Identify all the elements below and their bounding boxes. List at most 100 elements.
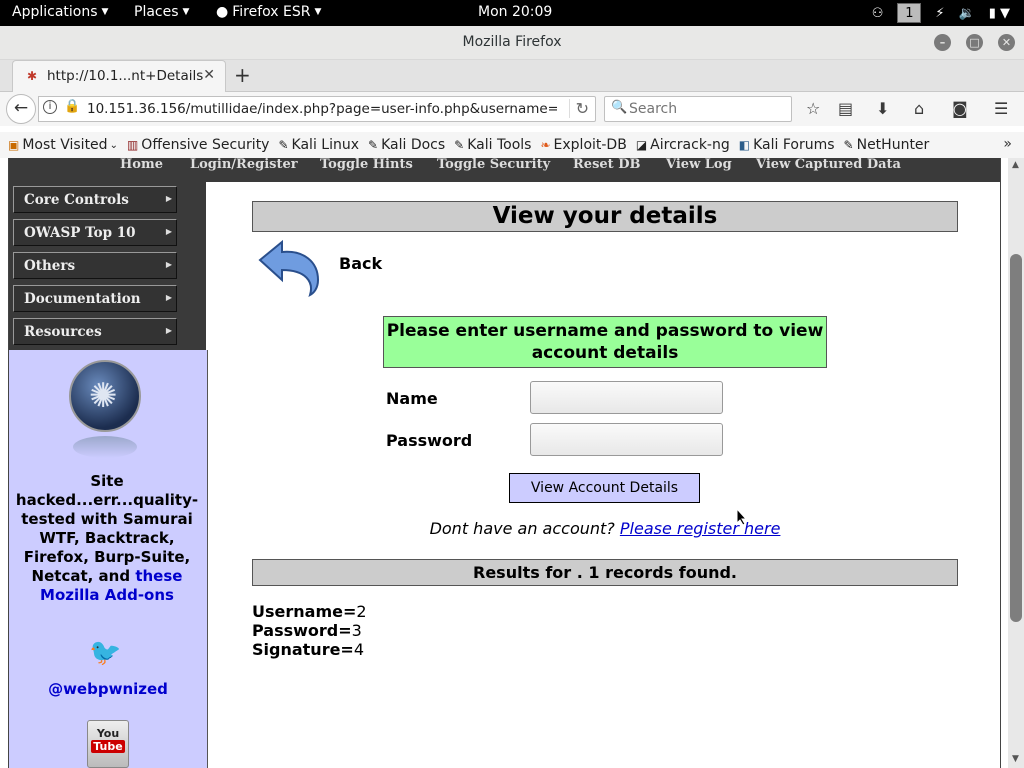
menu-resources[interactable]: Resources ▶ xyxy=(13,318,177,345)
exploitdb-icon: ❧ xyxy=(540,138,551,152)
youtube-you: You xyxy=(96,727,120,740)
page-viewport: Home Login/Register Toggle Hints Toggle … xyxy=(0,158,1024,768)
scroll-thumb[interactable] xyxy=(1010,254,1022,622)
owasp-logo-icon[interactable]: ✺ xyxy=(69,360,141,432)
window-titlebar: Mozilla Firefox – □ ✕ xyxy=(0,26,1024,60)
bookmark-label: Kali Forums xyxy=(753,137,835,153)
vertical-scrollbar[interactable]: ▲ ▼ xyxy=(1008,158,1024,768)
info-icon[interactable]: i xyxy=(43,100,57,114)
firefox-app-label: Firefox ESR xyxy=(232,4,311,20)
places-menu[interactable]: Places ▼ xyxy=(134,4,189,20)
bookmark-label: Offensive Security xyxy=(141,137,270,153)
menu-others[interactable]: Others ▶ xyxy=(13,252,177,279)
view-account-details-button[interactable]: View Account Details xyxy=(509,473,700,503)
youtube-tube: Tube xyxy=(91,740,125,753)
new-tab-icon[interactable]: + xyxy=(234,63,251,87)
kali-icon: ✎ xyxy=(843,138,854,152)
clock[interactable]: Mon 20:09 xyxy=(478,4,552,20)
offsec-icon: ▥ xyxy=(126,138,139,152)
menu-documentation[interactable]: Documentation ▶ xyxy=(13,285,177,312)
bookmark-kali-linux[interactable]: ✎ Kali Linux xyxy=(278,137,359,153)
reader-list-icon[interactable]: ▤ xyxy=(838,99,853,118)
nav-login-register[interactable]: Login/Register xyxy=(190,158,298,172)
login-prompt: Please enter username and password to vi… xyxy=(383,316,827,368)
close-window-button[interactable]: ✕ xyxy=(998,34,1015,51)
battery-icon[interactable]: ▮ ▼ xyxy=(989,6,1010,21)
back-button[interactable]: ← xyxy=(6,94,36,124)
kali-icon: ✎ xyxy=(368,138,379,152)
bookmark-exploit-db[interactable]: ❧ Exploit-DB xyxy=(540,137,626,153)
twitter-link[interactable]: @webpwnized xyxy=(9,680,207,698)
bookmark-kali-tools[interactable]: ✎ Kali Tools xyxy=(454,137,531,153)
bookmark-star-icon[interactable]: ☆ xyxy=(806,99,820,118)
record-value: 3 xyxy=(351,621,362,640)
record-key: Signature= xyxy=(252,640,354,659)
firefox-app-menu[interactable]: ● Firefox ESR ▼ xyxy=(216,4,321,20)
minimize-button[interactable]: – xyxy=(934,34,951,51)
nav-reset-db[interactable]: Reset DB xyxy=(573,158,640,172)
kali-icon: ✎ xyxy=(278,138,289,152)
nav-view-captured-data[interactable]: View Captured Data xyxy=(756,158,901,172)
page-border-right xyxy=(1000,158,1001,768)
workspace-indicator[interactable]: 1 xyxy=(897,3,922,23)
nav-view-log[interactable]: View Log xyxy=(666,158,732,172)
youtube-icon[interactable]: You Tube xyxy=(87,720,129,768)
nav-home[interactable]: Home xyxy=(120,158,163,172)
insecure-lock-icon[interactable]: 🔒 xyxy=(64,99,80,114)
more-bookmarks-icon[interactable]: » xyxy=(1003,136,1012,152)
aircrack-icon: ◪ xyxy=(635,138,648,152)
back-arrow-icon[interactable] xyxy=(256,238,322,298)
record-value: 4 xyxy=(353,640,365,659)
download-icon[interactable]: ⬇ xyxy=(876,99,889,118)
network-icon[interactable]: ⚡ xyxy=(935,6,944,21)
home-icon[interactable]: ⌂ xyxy=(914,99,924,118)
maximize-button[interactable]: □ xyxy=(966,34,983,51)
url-bar[interactable]: i 🔒 10.151.36.156/mutillidae/index.php?p… xyxy=(38,96,596,122)
register-link[interactable]: Please register here xyxy=(620,519,781,538)
bookmark-label: NetHunter xyxy=(856,137,930,153)
password-field[interactable] xyxy=(530,423,723,456)
menu-owasp-top-10[interactable]: OWASP Top 10 ▶ xyxy=(13,219,177,246)
reload-icon[interactable]: ↻ xyxy=(568,99,589,118)
menu-label: Core Controls xyxy=(24,192,129,208)
bookmarks-toolbar: ▣ Most Visited ⌄ ▥ Offensive Security ✎ … xyxy=(0,132,1024,158)
close-tab-icon[interactable]: ✕ xyxy=(203,67,215,83)
hamburger-menu-icon[interactable]: ☰ xyxy=(994,99,1008,118)
chevron-right-icon: ▶ xyxy=(165,226,172,236)
browser-tab[interactable]: ✱ http://10.1...nt+Details ✕ xyxy=(12,60,226,92)
bookmark-nethunter[interactable]: ✎ NetHunter xyxy=(844,137,930,153)
twitter-bird-icon[interactable]: 🐦 xyxy=(89,638,121,668)
password-label: Password xyxy=(386,431,473,450)
scroll-up-icon[interactable]: ▲ xyxy=(1012,160,1019,170)
chevron-right-icon: ▶ xyxy=(165,292,172,302)
name-field[interactable] xyxy=(530,381,723,414)
bookmark-kali-forums[interactable]: ◧ Kali Forums xyxy=(739,137,835,153)
scroll-down-icon[interactable]: ▼ xyxy=(1012,754,1019,764)
nav-toggle-security[interactable]: Toggle Security xyxy=(437,158,550,172)
record-password: Password=3 xyxy=(252,621,362,640)
bookmark-label: Exploit-DB xyxy=(553,137,627,153)
applications-menu[interactable]: Applications ▼ xyxy=(12,4,108,20)
bookmark-label: Most Visited xyxy=(22,137,108,153)
pocket-icon[interactable]: ◙ xyxy=(952,99,968,118)
search-input[interactable] xyxy=(629,100,779,118)
users-icon[interactable]: ⚇ xyxy=(872,6,884,21)
firefox-icon: ● xyxy=(216,4,229,20)
bookmark-most-visited[interactable]: ▣ Most Visited ⌄ xyxy=(8,137,118,153)
kali-icon: ✎ xyxy=(454,138,465,152)
menu-core-controls[interactable]: Core Controls ▶ xyxy=(13,186,177,213)
bookmark-aircrack-ng[interactable]: ◪ Aircrack-ng xyxy=(636,137,730,153)
register-text: Dont have an account? xyxy=(429,519,615,538)
chevron-down-icon: ▼ xyxy=(182,7,190,17)
site-top-nav: Home Login/Register Toggle Hints Toggle … xyxy=(9,158,1000,182)
applications-label: Applications xyxy=(12,4,98,20)
search-bar[interactable]: 🔍 xyxy=(604,96,792,122)
volume-icon[interactable]: 🔉 xyxy=(959,6,975,21)
mouse-cursor-icon xyxy=(736,508,748,526)
nav-toggle-hints[interactable]: Toggle Hints xyxy=(320,158,413,172)
back-link[interactable]: Back xyxy=(339,254,382,273)
bookmark-offensive-security[interactable]: ▥ Offensive Security xyxy=(127,137,270,153)
bookmark-kali-docs[interactable]: ✎ Kali Docs xyxy=(368,137,445,153)
url-text[interactable]: 10.151.36.156/mutillidae/index.php?page=… xyxy=(87,101,557,117)
mutillidae-favicon-icon: ✱ xyxy=(27,69,38,83)
